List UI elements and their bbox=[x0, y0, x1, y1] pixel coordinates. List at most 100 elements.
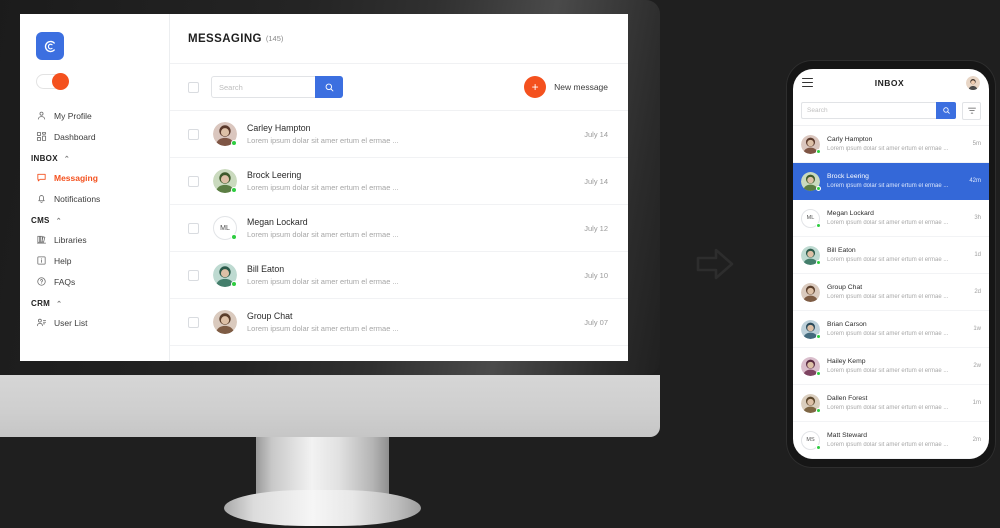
user-list-icon bbox=[36, 317, 47, 328]
chat-bubble-icon bbox=[36, 172, 47, 183]
filter-button[interactable] bbox=[962, 101, 981, 120]
search-icon bbox=[325, 83, 333, 91]
list-item[interactable]: Carly Hampton Lorem ipsum dolar sit amer … bbox=[793, 126, 989, 163]
mobile-search-bar bbox=[793, 96, 989, 126]
sidebar-item-dashboard[interactable]: Dashboard bbox=[20, 126, 169, 147]
avatar-wrap bbox=[801, 171, 821, 191]
row-text: Matt Steward Lorem ipsum dolar sit amer e… bbox=[827, 432, 968, 448]
online-status-dot bbox=[231, 234, 237, 240]
message-preview: Lorem ipsum dolar sit amer ertum el erma… bbox=[827, 182, 949, 189]
sidebar-item-user-list[interactable]: User List bbox=[20, 312, 169, 333]
desktop-app: My Profile Dashboard INBOX ⌃ Messaging N… bbox=[20, 14, 628, 361]
user-icon bbox=[36, 110, 47, 121]
row-checkbox[interactable] bbox=[188, 175, 199, 187]
message-date: July 07 bbox=[584, 317, 608, 327]
row-text: Bill Eaton Lorem ipsum dolar sit amer ert… bbox=[827, 247, 969, 263]
scene: My Profile Dashboard INBOX ⌃ Messaging N… bbox=[0, 0, 1000, 528]
sidebar-group-crm[interactable]: CRM ⌃ bbox=[20, 292, 169, 312]
sidebar-group-inbox[interactable]: INBOX ⌃ bbox=[20, 147, 169, 167]
row-text: Brian Carson Lorem ipsum dolar sit amer e… bbox=[827, 321, 968, 337]
message-preview: Lorem ipsum dolar sit amer ertum el erma… bbox=[827, 219, 949, 226]
contact-name: Carly Hampton bbox=[827, 136, 873, 144]
message-preview: Lorem ipsum dolar sit amer ertum el erma… bbox=[247, 324, 399, 333]
list-item[interactable]: Hailey Kemp Lorem ipsum dolar sit amer er… bbox=[793, 348, 989, 385]
sidebar-group-cms[interactable]: CMS ⌃ bbox=[20, 209, 169, 229]
mobile-phone: INBOX Search Carly Hampton Lorem ipsum d… bbox=[786, 60, 996, 468]
sidebar-toggle-switch[interactable] bbox=[36, 73, 69, 90]
sidebar-item-my-profile[interactable]: My Profile bbox=[20, 105, 169, 126]
list-item[interactable]: ML Megan Lockard Lorem ipsum dolar sit ame… bbox=[793, 200, 989, 237]
list-item[interactable]: Brock Leering Lorem ipsum dolar sit amer … bbox=[793, 163, 989, 200]
list-item[interactable]: Brian Carson Lorem ipsum dolar sit amer e… bbox=[793, 311, 989, 348]
mobile-search-input[interactable] bbox=[801, 102, 936, 119]
contact-name: Bill Eaton bbox=[827, 247, 856, 255]
message-preview: Lorem ipsum dolar sit amer ertum el erma… bbox=[827, 330, 949, 337]
list-item[interactable]: Group Chat Lorem ipsum dolar sit amer ert… bbox=[793, 274, 989, 311]
question-circle-icon bbox=[36, 276, 47, 287]
table-row[interactable]: Group Chat Lorem ipsum dolar sit amer ert… bbox=[170, 299, 628, 346]
hamburger-icon[interactable] bbox=[802, 78, 813, 87]
sidebar-item-faqs[interactable]: FAQs bbox=[20, 271, 169, 292]
sidebar-item-help[interactable]: Help bbox=[20, 250, 169, 271]
sidebar-item-libraries[interactable]: Libraries bbox=[20, 229, 169, 250]
row-text: Brock Leering Lorem ipsum dolar sit amer … bbox=[827, 173, 964, 189]
message-preview: Lorem ipsum dolar sit amer ertum el erma… bbox=[247, 230, 399, 239]
message-time: 2m bbox=[972, 437, 981, 443]
row-text: Carley Hampton Lorem ipsum dolar sit amer… bbox=[247, 123, 574, 145]
avatar[interactable] bbox=[966, 75, 980, 90]
search-button[interactable] bbox=[315, 76, 343, 98]
row-checkbox[interactable] bbox=[188, 316, 199, 328]
sidebar-item-label: FAQs bbox=[54, 276, 76, 287]
online-status-dot bbox=[231, 187, 237, 193]
mobile-search-button[interactable] bbox=[936, 102, 956, 119]
message-time: 2d bbox=[974, 289, 981, 295]
table-row[interactable]: Bill Eaton Lorem ipsum dolar sit amer ert… bbox=[170, 252, 628, 299]
chevron-up-icon: ⌃ bbox=[55, 217, 62, 225]
avatar bbox=[801, 282, 820, 302]
sidebar-item-label: User List bbox=[54, 317, 88, 328]
table-row[interactable]: Brock Leering Lorem ipsum dolar sit amer … bbox=[170, 158, 628, 205]
list-item[interactable]: Bill Eaton Lorem ipsum dolar sit amer ert… bbox=[793, 237, 989, 274]
avatar-wrap bbox=[801, 356, 821, 376]
chevron-up-icon: ⌃ bbox=[63, 155, 71, 163]
online-status-dot bbox=[816, 407, 821, 413]
row-checkbox[interactable] bbox=[188, 269, 199, 281]
message-preview: Lorem ipsum dolar sit amer ertum el erma… bbox=[827, 145, 949, 152]
search-input[interactable] bbox=[211, 76, 315, 98]
online-status-dot bbox=[816, 370, 821, 376]
table-row[interactable]: Carley Hampton Lorem ipsum dolar sit amer… bbox=[170, 111, 628, 158]
row-text: Megan Lockard Lorem ipsum dolar sit amer … bbox=[827, 210, 969, 226]
sidebar-item-label: Libraries bbox=[54, 234, 87, 245]
sidebar-item-label: My Profile bbox=[54, 110, 92, 121]
monitor-chin bbox=[0, 375, 660, 437]
row-checkbox[interactable] bbox=[188, 222, 199, 234]
contact-name: Carley Hampton bbox=[247, 123, 311, 133]
table-row[interactable]: ML Megan Lockard Lorem ipsum dolar sit ame… bbox=[170, 205, 628, 252]
row-checkbox[interactable] bbox=[188, 128, 199, 140]
row-text: Megan Lockard Lorem ipsum dolar sit amer … bbox=[247, 217, 574, 239]
message-list: Carley Hampton Lorem ipsum dolar sit amer… bbox=[170, 111, 628, 361]
online-status-dot bbox=[816, 259, 821, 265]
row-text: Group Chat Lorem ipsum dolar sit amer ert… bbox=[247, 311, 574, 333]
app-logo[interactable] bbox=[36, 32, 64, 60]
contact-name: Bill Eaton bbox=[247, 264, 285, 274]
sidebar-item-notifications[interactable]: Notifications bbox=[20, 188, 169, 209]
list-item[interactable]: Dallen Forest Lorem ipsum dolar sit amer … bbox=[793, 385, 989, 422]
select-all-checkbox[interactable] bbox=[188, 81, 199, 93]
books-icon bbox=[36, 234, 47, 245]
avatar-wrap bbox=[801, 319, 821, 339]
filter-icon bbox=[967, 107, 976, 113]
logo-c-glyph bbox=[44, 40, 55, 52]
phone-screen: INBOX Search Carly Hampton Lorem ipsum d… bbox=[793, 69, 989, 459]
message-date: July 14 bbox=[584, 129, 608, 139]
row-text: Carly Hampton Lorem ipsum dolar sit amer … bbox=[827, 136, 968, 152]
page-header: MESSAGING (145) bbox=[170, 14, 628, 64]
sidebar-item-messaging[interactable]: Messaging bbox=[20, 167, 169, 188]
sidebar: My Profile Dashboard INBOX ⌃ Messaging N… bbox=[20, 14, 170, 361]
message-time: 5m bbox=[972, 141, 981, 147]
message-time: 1m bbox=[972, 400, 981, 406]
new-message-button[interactable]: + New message bbox=[524, 76, 608, 98]
contact-name: Dallen Forest bbox=[827, 395, 868, 403]
list-item[interactable]: MS Matt Steward Lorem ipsum dolar sit amer… bbox=[793, 422, 989, 459]
toggle-knob bbox=[52, 73, 69, 90]
